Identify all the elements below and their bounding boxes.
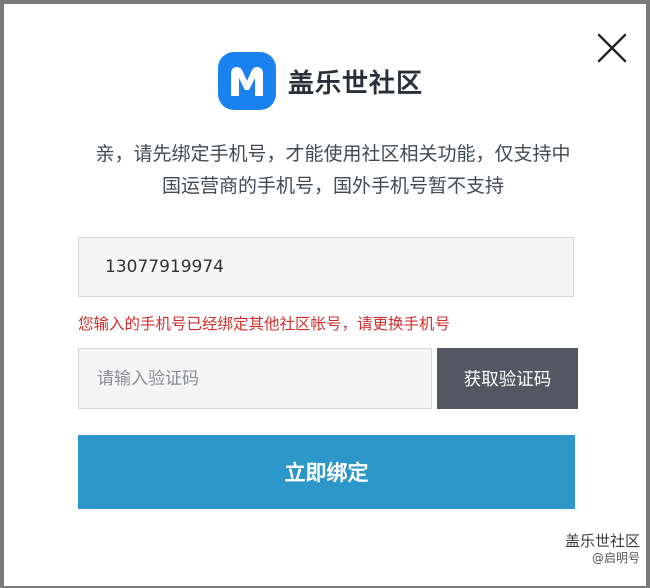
watermark-sub: @启明号: [591, 550, 640, 565]
close-button[interactable]: [594, 30, 630, 66]
notice-line-1: 亲，请先绑定手机号，才能使用社区相关功能，仅支持中: [95, 143, 571, 165]
watermark-title: 盖乐世社区: [564, 532, 640, 550]
bind-notice: 亲，请先绑定手机号，才能使用社区相关功能，仅支持中 国运营商的手机号，国外手机号…: [78, 138, 588, 202]
bind-now-button[interactable]: 立即绑定: [78, 435, 575, 509]
get-code-button[interactable]: 获取验证码: [437, 348, 578, 409]
notice-line-2: 国运营商的手机号，国外手机号暂不支持: [161, 175, 504, 197]
watermark: 盖乐世社区 @启明号: [565, 532, 640, 566]
phone-input[interactable]: [78, 237, 574, 297]
logo-icon: [218, 52, 276, 110]
error-message: 您输入的手机号已经绑定其他社区帐号，请更换手机号: [78, 315, 451, 333]
verification-code-input[interactable]: [78, 348, 432, 409]
close-icon: [597, 33, 627, 63]
bind-phone-dialog: 盖乐世社区 亲，请先绑定手机号，才能使用社区相关功能，仅支持中 国运营商的手机号…: [4, 4, 646, 586]
brand-header: 盖乐世社区: [218, 51, 423, 111]
brand-name: 盖乐世社区: [288, 68, 424, 99]
